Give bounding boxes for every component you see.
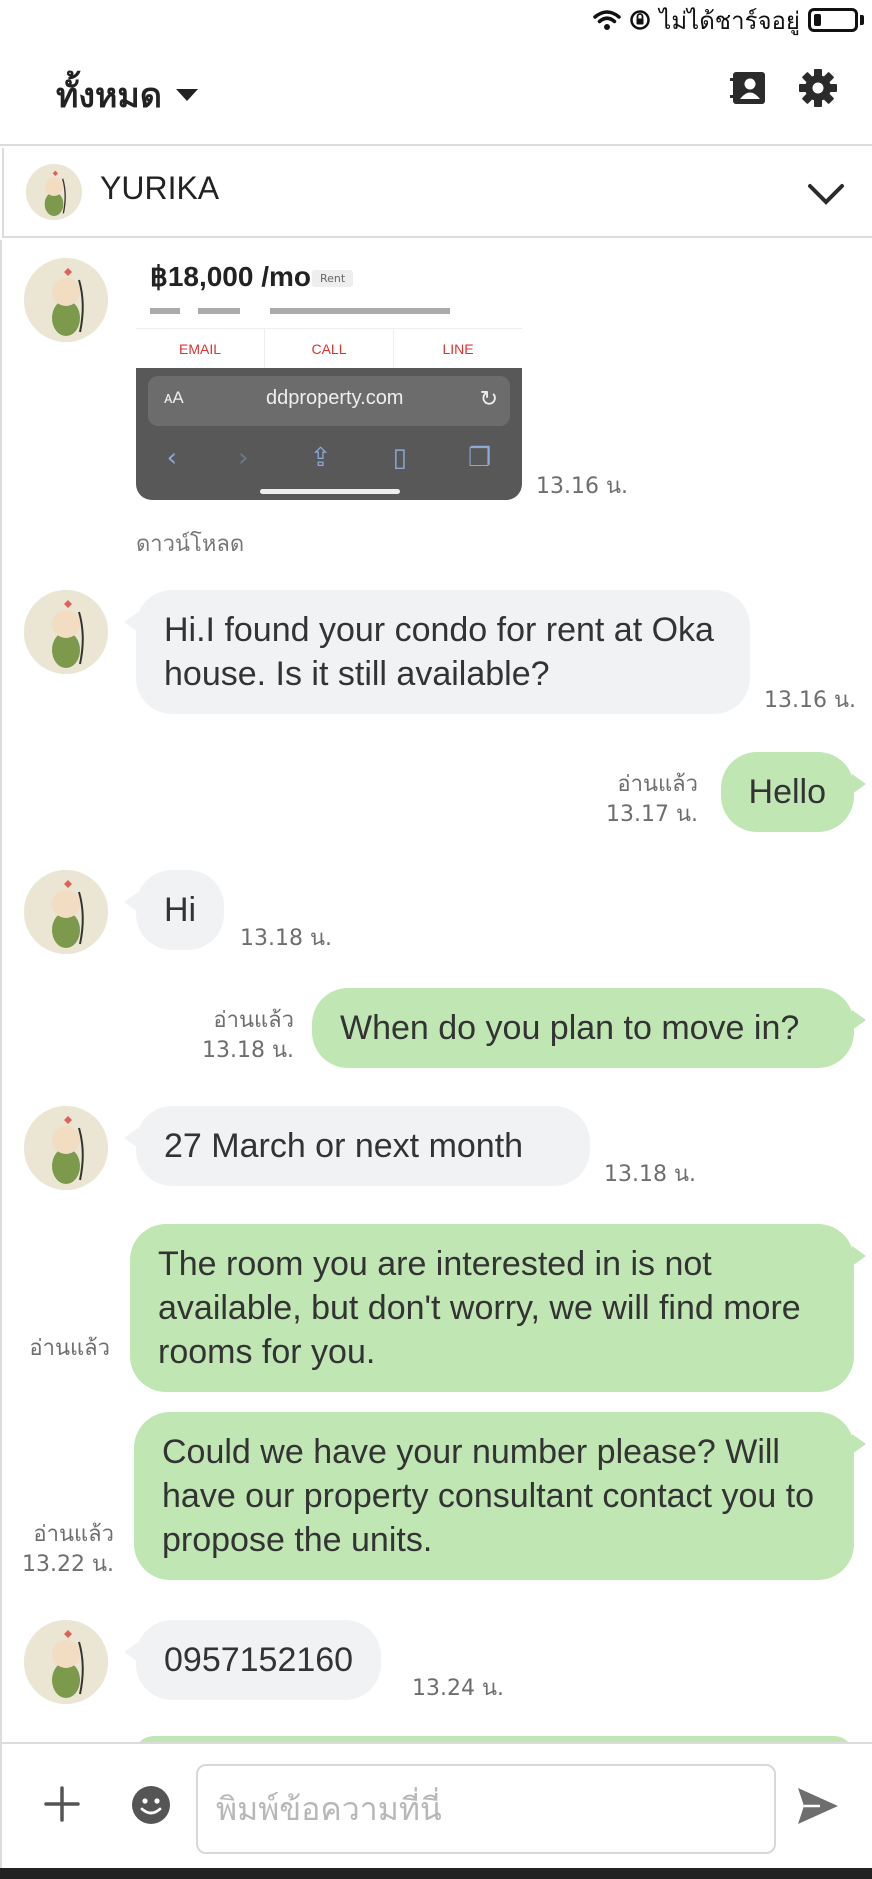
listing-price-tag: Rent bbox=[312, 270, 354, 287]
back-icon: ‹ bbox=[166, 443, 177, 473]
read-label: อ่านแล้ว bbox=[213, 1008, 294, 1033]
reload-icon: ↻ bbox=[479, 386, 498, 411]
read-receipt: อ่านแล้ว 13.17 น. bbox=[578, 770, 698, 830]
message-bubble[interactable]: 27 March or next month bbox=[124, 1106, 590, 1186]
filter-label: ทั้งหมด bbox=[56, 76, 162, 116]
gear-icon[interactable] bbox=[798, 68, 838, 108]
message-time: 13.18 น. bbox=[240, 926, 333, 951]
message-bubble[interactable]: The room you are interested in is not av… bbox=[130, 1224, 866, 1392]
text-size-label: ᴀA bbox=[164, 388, 184, 407]
browser-chrome: ᴀA ddproperty.com ↻ ‹ › ⇪ ▯ ❐ bbox=[136, 368, 522, 500]
cta-email: EMAIL bbox=[136, 329, 265, 368]
message-bubble[interactable]: When do you plan to move in? bbox=[312, 988, 866, 1068]
message-bubble[interactable]: 0957152160 bbox=[123, 1620, 382, 1700]
caret-down-icon bbox=[175, 89, 198, 101]
message-time: 13.18 น. bbox=[604, 1162, 697, 1187]
message-time: 13.18 น. bbox=[201, 1038, 294, 1063]
bottom-system-bar bbox=[0, 1868, 872, 1879]
chat-header[interactable]: YURIKA bbox=[2, 148, 872, 238]
message-bubble[interactable]: Hi bbox=[123, 870, 225, 950]
read-label: อ่านแล้ว bbox=[617, 772, 698, 797]
message-bubble[interactable]: Hi.I found your condo for rent at Oka ho… bbox=[124, 590, 750, 714]
message-list[interactable]: ฿18,000 /mo Rent EMAIL CALL LINE ᴀA ddpr… bbox=[0, 240, 872, 1742]
read-label: อ่านแล้ว bbox=[29, 1336, 110, 1361]
download-link[interactable]: ดาวน์โหลด bbox=[136, 526, 244, 561]
chat-name: YURIKA bbox=[100, 170, 220, 206]
avatar bbox=[24, 590, 108, 674]
battery-icon bbox=[808, 8, 858, 32]
rotation-lock-icon bbox=[630, 10, 650, 30]
listing-details-line bbox=[150, 308, 450, 314]
avatar bbox=[26, 164, 82, 220]
chevron-down-icon[interactable] bbox=[806, 174, 846, 214]
forward-icon: › bbox=[238, 443, 249, 473]
message-time: 13.16 น. bbox=[764, 688, 857, 713]
image-message[interactable]: ฿18,000 /mo Rent EMAIL CALL LINE ᴀA ddpr… bbox=[136, 240, 522, 500]
message-time: 13.24 น. bbox=[412, 1676, 505, 1701]
battery-tip bbox=[860, 15, 864, 25]
message-input[interactable] bbox=[196, 1764, 776, 1854]
listing-price: ฿18,000 /mo bbox=[150, 261, 312, 292]
message-input-bar bbox=[0, 1742, 872, 1868]
listing-cta-row: EMAIL CALL LINE bbox=[136, 328, 522, 368]
message-time: 13.16 น. bbox=[536, 474, 629, 499]
url-bar: ᴀA ddproperty.com ↻ bbox=[148, 376, 510, 426]
cta-call: CALL bbox=[265, 329, 394, 368]
url-text: ddproperty.com bbox=[266, 387, 404, 409]
avatar bbox=[24, 258, 108, 342]
charging-status-text: ไม่ได้ชาร์จอยู่ bbox=[659, 6, 800, 35]
emoji-icon[interactable] bbox=[130, 1784, 172, 1826]
read-label: อ่านแล้ว bbox=[33, 1522, 114, 1547]
message-bubble[interactable]: Hello bbox=[720, 752, 867, 832]
read-receipt: อ่านแล้ว bbox=[2, 1334, 110, 1364]
bookmarks-icon: ▯ bbox=[392, 443, 407, 473]
avatar bbox=[24, 1620, 108, 1704]
avatar bbox=[24, 1106, 108, 1190]
message-time: 13.17 น. bbox=[605, 802, 698, 827]
read-receipt: อ่านแล้ว 13.18 น. bbox=[164, 1006, 294, 1066]
cta-line: LINE bbox=[442, 341, 474, 357]
avatar bbox=[24, 870, 108, 954]
share-icon: ⇪ bbox=[309, 443, 332, 473]
wifi-icon bbox=[593, 10, 621, 30]
contacts-icon[interactable] bbox=[729, 68, 769, 108]
tabs-icon: ❐ bbox=[468, 443, 492, 473]
chat-filter-dropdown[interactable]: ทั้งหมด bbox=[56, 68, 198, 122]
browser-toolbar: ‹ › ⇪ ▯ ❐ bbox=[136, 438, 522, 478]
read-receipt: อ่านแล้ว 13.22 น. bbox=[4, 1520, 114, 1580]
send-icon[interactable] bbox=[796, 1786, 840, 1826]
status-indicators: ไม่ได้ชาร์จอยู่ bbox=[593, 4, 864, 36]
message-bubble[interactable]: Could we have your number please? Will h… bbox=[134, 1412, 866, 1580]
home-indicator bbox=[260, 489, 400, 494]
message-time: 13.22 น. bbox=[21, 1552, 114, 1577]
status-bar: ไม่ได้ชาร์จอยู่ bbox=[0, 0, 872, 40]
top-bar: ทั้งหมด bbox=[0, 40, 872, 146]
plus-icon[interactable] bbox=[42, 1784, 82, 1824]
